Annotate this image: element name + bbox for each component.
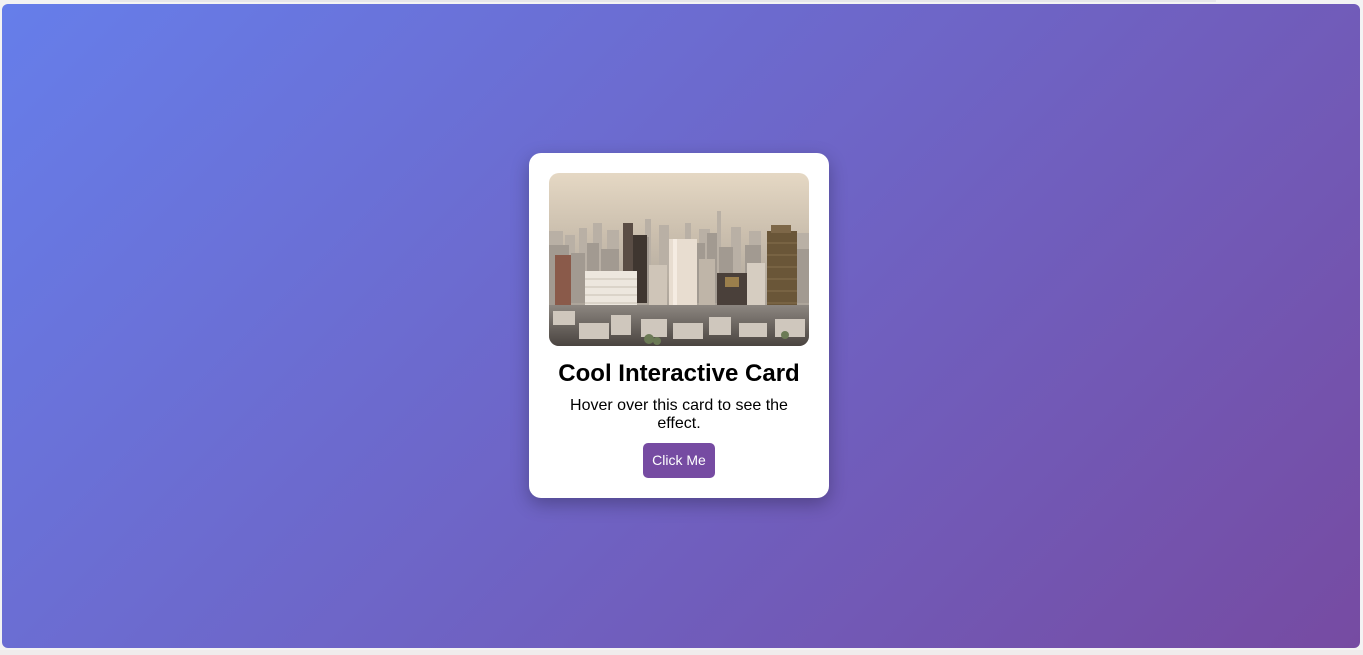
interactive-card[interactable]: Cool Interactive Card Hover over this ca… — [529, 153, 829, 498]
gradient-background: Cool Interactive Card Hover over this ca… — [2, 4, 1360, 648]
window-top-edge — [110, 0, 1216, 2]
city-skyline-image — [549, 173, 809, 346]
card-description: Hover over this card to see the effect. — [570, 397, 788, 432]
card-image — [549, 173, 809, 346]
click-me-button[interactable]: Click Me — [643, 443, 715, 478]
window-bottom-edge — [0, 650, 1363, 655]
card-title: Cool Interactive Card — [558, 360, 800, 387]
